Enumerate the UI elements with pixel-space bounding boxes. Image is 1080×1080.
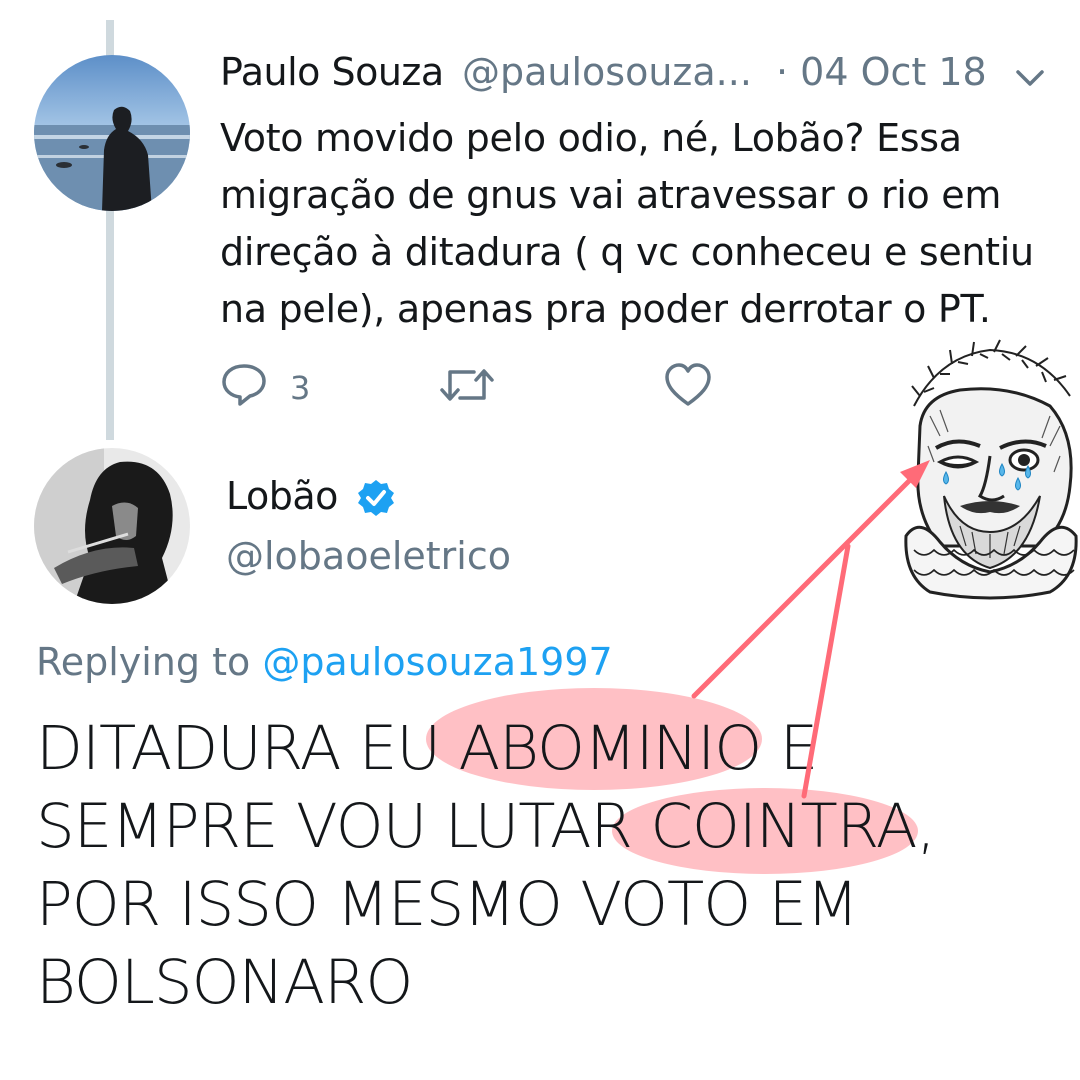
reply-count: 3 — [290, 369, 311, 407]
reply-author-handle[interactable]: @paulosouza... — [462, 50, 752, 94]
reply-text-line: direção à ditadura ( q vc conheceu e sen… — [220, 230, 1034, 274]
like-button[interactable] — [664, 362, 712, 416]
reply-text-line: migração de gnus vai atravessar o rio em — [220, 173, 1002, 217]
main-tweet-text: DITADURA EU ABOMINIO E SEMPRE VOU LUTAR … — [36, 710, 1056, 1022]
main-text-line: DITADURA EU ABOMINIO E — [36, 713, 818, 784]
reply-text-line: Voto movido pelo odio, né, Lobão? Essa — [220, 116, 962, 160]
reply-date[interactable]: · 04 Oct 18 — [776, 50, 987, 94]
main-text-line: POR ISSO MESMO VOTO EM — [36, 869, 859, 940]
replying-to-mention[interactable]: @paulosouza1997 — [262, 640, 612, 684]
main-text-line: SEMPRE VOU LUTAR COINTRA, — [36, 791, 936, 862]
replying-to-line: Replying to @paulosouza1997 — [36, 640, 613, 684]
crying-poet-sticker — [900, 336, 1080, 600]
paulo-avatar[interactable] — [34, 55, 190, 211]
reply-text-line: na pele), apenas pra poder derrotar o PT… — [220, 287, 991, 331]
replying-to-label: Replying to — [36, 640, 263, 684]
main-text-line: BOLSONARO — [36, 947, 413, 1018]
lobao-avatar[interactable] — [34, 448, 190, 604]
main-author-handle[interactable]: @lobaoeletrico — [226, 534, 511, 578]
verified-badge-icon — [356, 478, 396, 522]
reply-button[interactable]: 3 — [220, 360, 310, 416]
retweet-icon — [440, 362, 494, 416]
reply-icon — [220, 360, 268, 416]
retweet-button[interactable] — [440, 362, 494, 416]
reply-tweet-text: Voto movido pelo odio, né, Lobão? Essa m… — [220, 110, 1040, 338]
like-icon — [664, 362, 712, 416]
reply-author-name[interactable]: Paulo Souza — [220, 50, 444, 94]
chevron-down-icon[interactable] — [1014, 62, 1046, 98]
main-author-name[interactable]: Lobão — [226, 474, 338, 518]
